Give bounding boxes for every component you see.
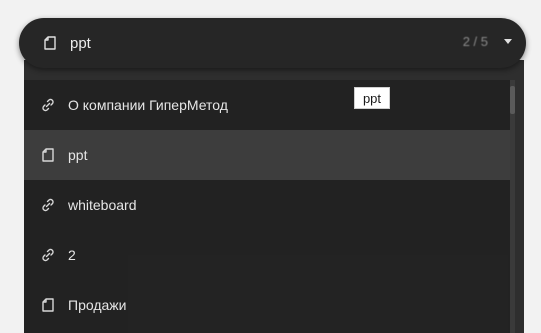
- file-icon: [42, 35, 58, 51]
- link-icon: [40, 97, 56, 113]
- menu-item-ppt[interactable]: ppt: [24, 130, 515, 180]
- menu-item-2[interactable]: 2: [24, 230, 515, 280]
- menu-item-o-kompanii[interactable]: О компании ГиперМетод: [24, 80, 515, 130]
- match-counter: 2 / 5: [462, 34, 488, 49]
- menu-item-whiteboard[interactable]: whiteboard: [24, 180, 515, 230]
- search-results-menu: О компании ГиперМетод ppt whiteboard 2 П…: [24, 80, 515, 333]
- menu-item-label: whiteboard: [68, 197, 137, 213]
- menu-item-label: ppt: [68, 147, 88, 163]
- menu-scrollbar[interactable]: [510, 80, 515, 333]
- menu-item-prodazhi[interactable]: Продажи: [24, 280, 515, 330]
- menu-item-label: О компании ГиперМетод: [68, 97, 228, 113]
- link-icon: [40, 197, 56, 213]
- scrollbar-thumb[interactable]: [510, 86, 515, 114]
- file-icon: [40, 297, 56, 313]
- menu-item-label: 2: [68, 247, 76, 263]
- tooltip: ppt: [354, 87, 390, 109]
- search-bar: 2 / 5: [19, 18, 526, 68]
- search-input[interactable]: [70, 34, 410, 52]
- menu-item-label: Продажи: [68, 297, 127, 313]
- file-icon: [40, 147, 56, 163]
- link-icon: [40, 247, 56, 263]
- chevron-down-icon[interactable]: [504, 39, 512, 44]
